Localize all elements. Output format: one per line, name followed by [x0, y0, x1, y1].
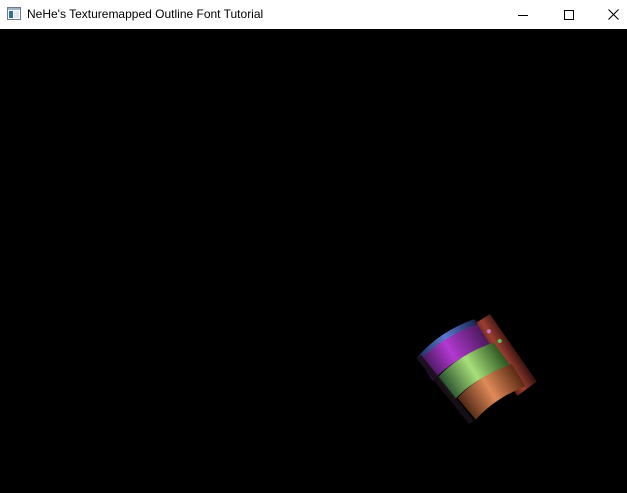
opengl-viewport[interactable] [0, 29, 627, 493]
rotating-3d-text-object [415, 314, 537, 424]
app-icon [7, 7, 21, 20]
minimize-icon [518, 14, 528, 16]
close-icon [607, 9, 619, 20]
maximize-button[interactable] [546, 0, 592, 29]
app-window: NeHe's Texturemapped Outline Font Tutori… [0, 0, 627, 493]
3d-glyph-group [415, 314, 537, 424]
minimize-button[interactable] [500, 0, 546, 29]
close-button[interactable] [590, 0, 627, 29]
title-bar[interactable]: NeHe's Texturemapped Outline Font Tutori… [0, 0, 627, 29]
window-title: NeHe's Texturemapped Outline Font Tutori… [27, 7, 264, 21]
maximize-icon [564, 9, 574, 20]
